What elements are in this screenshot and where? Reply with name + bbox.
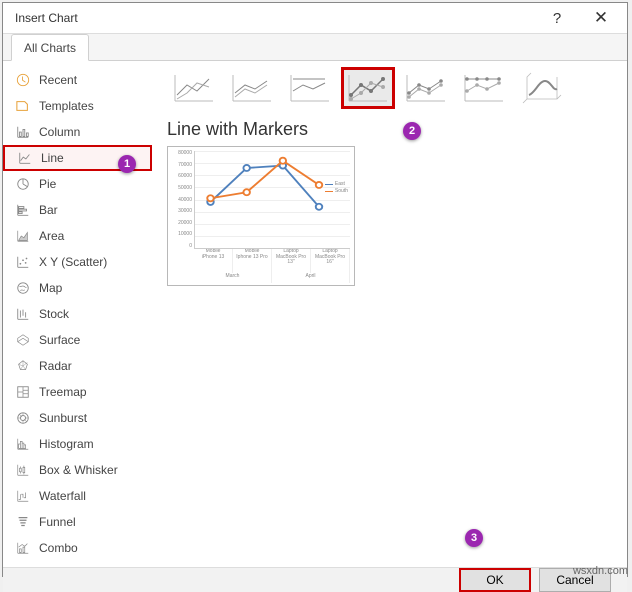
pie-icon: [15, 176, 31, 192]
dialog-body: Recent Templates Column Line Pie Bar: [3, 61, 627, 567]
sidebar-item-recent[interactable]: Recent: [3, 67, 152, 93]
sidebar-item-templates[interactable]: Templates: [3, 93, 152, 119]
y-axis: 8000070000 6000050000 4000030000 2000010…: [172, 151, 194, 249]
chart-preview[interactable]: 8000070000 6000050000 4000030000 2000010…: [167, 146, 355, 286]
subtype-3d-line[interactable]: [515, 67, 569, 109]
titlebar: Insert Chart ? ✕: [3, 3, 627, 34]
sidebar-item-label: Histogram: [39, 437, 94, 451]
surface-icon: [15, 332, 31, 348]
annotation-badge-2: 2: [403, 122, 421, 140]
sidebar-item-label: Bar: [39, 203, 58, 217]
sidebar-item-combo[interactable]: Combo: [3, 535, 152, 561]
chart-legend: East South: [325, 181, 348, 195]
treemap-icon: [15, 384, 31, 400]
annotation-badge-3: 3: [465, 529, 483, 547]
sidebar-item-boxwhisker[interactable]: Box & Whisker: [3, 457, 152, 483]
sidebar-item-treemap[interactable]: Treemap: [3, 379, 152, 405]
sidebar-item-label: Radar: [39, 359, 72, 373]
sidebar-item-label: Templates: [39, 99, 94, 113]
sidebar-item-pie[interactable]: Pie: [3, 171, 152, 197]
chart-category-sidebar: Recent Templates Column Line Pie Bar: [3, 61, 153, 567]
subtype-title: Line with Markers: [167, 119, 613, 140]
funnel-icon: [15, 514, 31, 530]
subtype-100-stacked-line-markers[interactable]: [457, 67, 511, 109]
dialog-title: Insert Chart: [15, 11, 535, 25]
sunburst-icon: [15, 410, 31, 426]
sidebar-item-histogram[interactable]: Histogram: [3, 431, 152, 457]
content-area: Line with Markers 8000070000 6000050000 …: [153, 61, 627, 567]
insert-chart-dialog: Insert Chart ? ✕ All Charts Recent Templ…: [2, 2, 628, 577]
sidebar-item-label: Combo: [39, 541, 78, 555]
column-icon: [15, 124, 31, 140]
sidebar-item-label: Treemap: [39, 385, 87, 399]
sidebar-item-column[interactable]: Column: [3, 119, 152, 145]
tab-all-charts[interactable]: All Charts: [11, 34, 89, 61]
ok-button[interactable]: OK: [459, 568, 531, 592]
sidebar-item-label: Sunburst: [39, 411, 87, 425]
sidebar-item-label: Map: [39, 281, 62, 295]
stock-icon: [15, 306, 31, 322]
sidebar-item-label: Column: [39, 125, 80, 139]
close-icon: ✕: [594, 8, 608, 28]
sidebar-item-sunburst[interactable]: Sunburst: [3, 405, 152, 431]
subtype-stacked-line-markers[interactable]: [399, 67, 453, 109]
sidebar-item-area[interactable]: Area: [3, 223, 152, 249]
scatter-icon: [15, 254, 31, 270]
recent-icon: [15, 72, 31, 88]
box-whisker-icon: [15, 462, 31, 478]
histogram-icon: [15, 436, 31, 452]
sidebar-item-label: Area: [39, 229, 64, 243]
combo-icon: [15, 540, 31, 556]
line-icon: [17, 150, 33, 166]
sidebar-item-scatter[interactable]: X Y (Scatter): [3, 249, 152, 275]
sidebar-item-label: Box & Whisker: [39, 463, 118, 477]
watermark: wsxdn.com: [573, 565, 628, 577]
templates-icon: [15, 98, 31, 114]
area-icon: [15, 228, 31, 244]
subtype-100-stacked-line[interactable]: [283, 67, 337, 109]
subtype-line[interactable]: [167, 67, 221, 109]
radar-icon: [15, 358, 31, 374]
subtype-line-markers[interactable]: [341, 67, 395, 109]
plot-grid: East South: [194, 151, 350, 249]
sidebar-item-map[interactable]: Map: [3, 275, 152, 301]
sidebar-item-label: Surface: [39, 333, 80, 347]
sidebar-item-label: Waterfall: [39, 489, 86, 503]
waterfall-icon: [15, 488, 31, 504]
x-axis: MobileiPhone 13 MobileIphone 13 Pro Lapt…: [172, 249, 350, 273]
sidebar-item-label: Funnel: [39, 515, 76, 529]
subtype-stacked-line[interactable]: [225, 67, 279, 109]
x-group-axis: MarchApril: [172, 273, 350, 283]
sidebar-item-waterfall[interactable]: Waterfall: [3, 483, 152, 509]
tab-strip: All Charts: [3, 34, 627, 61]
sidebar-item-label: Stock: [39, 307, 69, 321]
sidebar-item-radar[interactable]: Radar: [3, 353, 152, 379]
close-button[interactable]: ✕: [579, 3, 623, 33]
sidebar-item-stock[interactable]: Stock: [3, 301, 152, 327]
chart-subtype-row: [167, 67, 613, 109]
annotation-badge-1: 1: [118, 155, 136, 173]
dialog-footer: OK Cancel: [3, 567, 627, 592]
sidebar-item-label: X Y (Scatter): [39, 255, 107, 269]
map-icon: [15, 280, 31, 296]
sidebar-item-surface[interactable]: Surface: [3, 327, 152, 353]
sidebar-item-label: Line: [41, 151, 64, 165]
sidebar-item-label: Pie: [39, 177, 56, 191]
help-button[interactable]: ?: [535, 3, 579, 33]
sidebar-item-bar[interactable]: Bar: [3, 197, 152, 223]
sidebar-item-label: Recent: [39, 73, 77, 87]
bar-icon: [15, 202, 31, 218]
sidebar-item-funnel[interactable]: Funnel: [3, 509, 152, 535]
help-icon: ?: [553, 10, 561, 27]
